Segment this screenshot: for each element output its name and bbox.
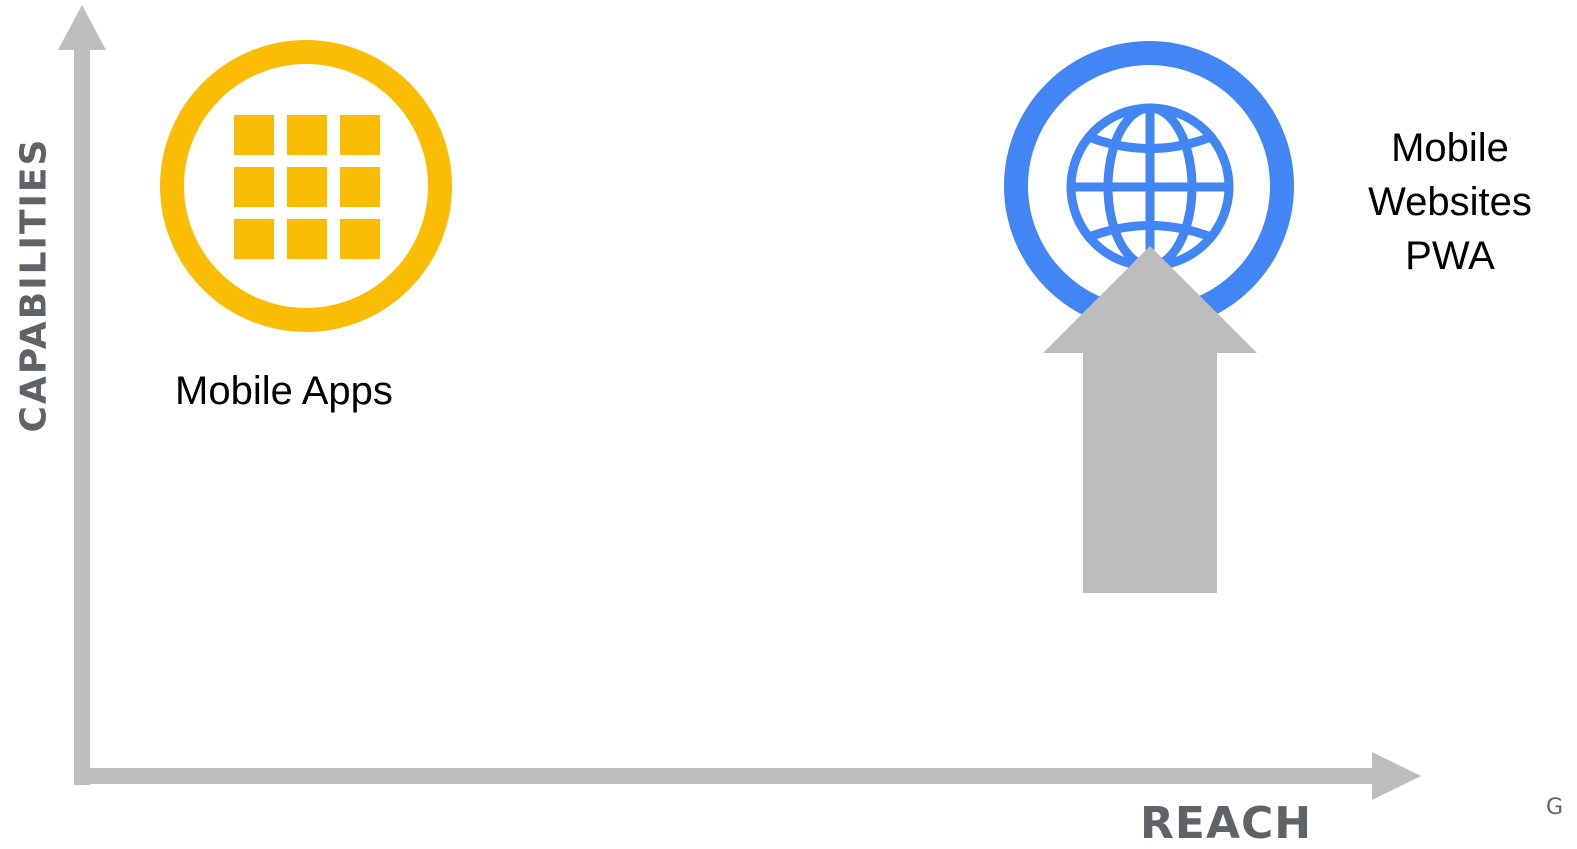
mobile-websites-label-line-1: Mobile bbox=[1391, 126, 1509, 170]
x-axis bbox=[74, 752, 1421, 800]
y-axis-arrowhead bbox=[58, 5, 106, 50]
x-axis-arrowhead bbox=[1372, 752, 1421, 800]
y-axis bbox=[58, 5, 106, 785]
mobile-websites-label: Mobile Websites PWA bbox=[1340, 121, 1560, 283]
globe-icon bbox=[1066, 103, 1234, 271]
x-axis-label: REACH bbox=[1140, 798, 1313, 849]
mobile-apps-label: Mobile Apps bbox=[175, 369, 393, 413]
mobile-websites-label-line-2: Websites bbox=[1368, 180, 1532, 224]
mobile-websites-label-line-3: PWA bbox=[1405, 234, 1495, 278]
mobile-apps-node bbox=[160, 40, 452, 332]
app-grid-icon bbox=[234, 115, 380, 259]
y-axis-label: CAPABILITIES bbox=[13, 137, 55, 433]
corner-logo-mark: G bbox=[1546, 795, 1564, 820]
